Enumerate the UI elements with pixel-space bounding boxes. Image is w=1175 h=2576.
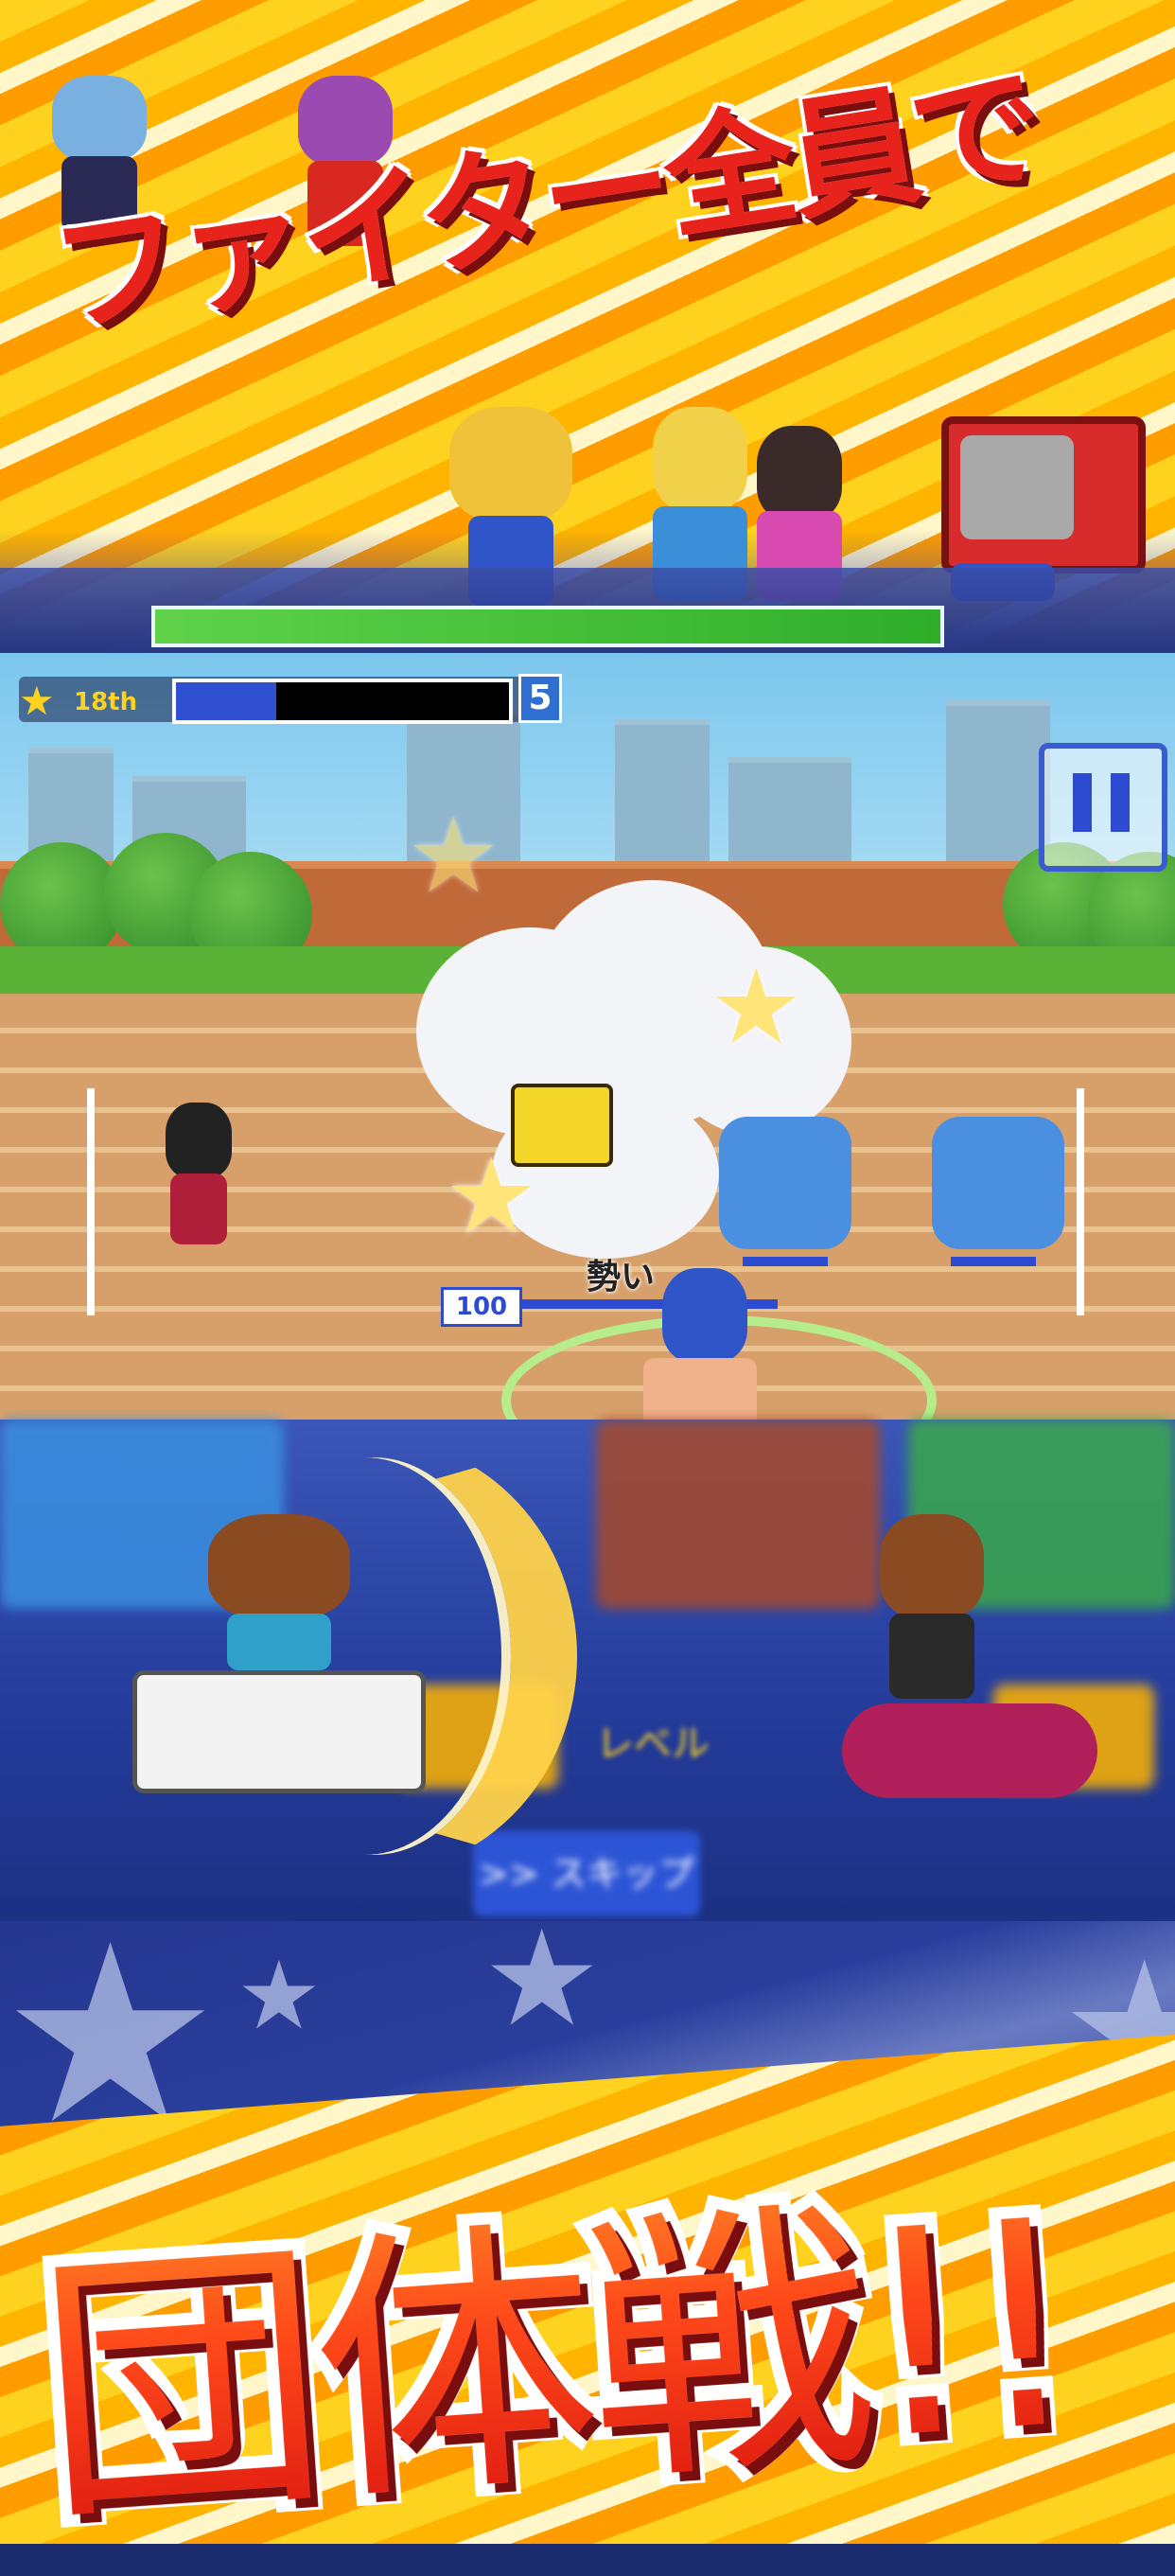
crown-icon: ★ <box>19 678 55 724</box>
level-label: レベル <box>596 1722 710 1766</box>
momentum-value: 100 <box>441 1287 522 1327</box>
pause-icon <box>1111 773 1130 832</box>
lane-line <box>1077 1088 1084 1315</box>
rank-number: 18th <box>74 688 138 716</box>
enemy-hp-gauge <box>743 1257 828 1266</box>
magician-character <box>151 1103 246 1254</box>
impact-star-icon: ★ <box>710 946 803 1067</box>
catch-copy-bottom: 団体戦!! <box>25 2093 1082 2575</box>
biker-girl-character <box>833 1514 1107 1817</box>
background-star-icon: ★ <box>237 1940 322 2051</box>
background-star-icon: ★ <box>482 1902 602 2056</box>
blue-dragon-enemy <box>932 1117 1064 1249</box>
pause-button[interactable] <box>1039 743 1167 872</box>
level-badge: 5 <box>518 674 562 723</box>
enemy-hp-gauge <box>951 1257 1036 1266</box>
yellow-box-character <box>511 1084 613 1167</box>
rank-gauge-fill <box>176 682 276 720</box>
cowboy-cow-rider-character <box>114 1495 426 1808</box>
team-hp-gauge <box>151 606 944 647</box>
blue-dragon-enemy <box>719 1117 851 1249</box>
impact-star-icon: ★ <box>407 795 500 916</box>
lane-line <box>87 1088 95 1315</box>
pause-icon <box>1073 773 1092 832</box>
